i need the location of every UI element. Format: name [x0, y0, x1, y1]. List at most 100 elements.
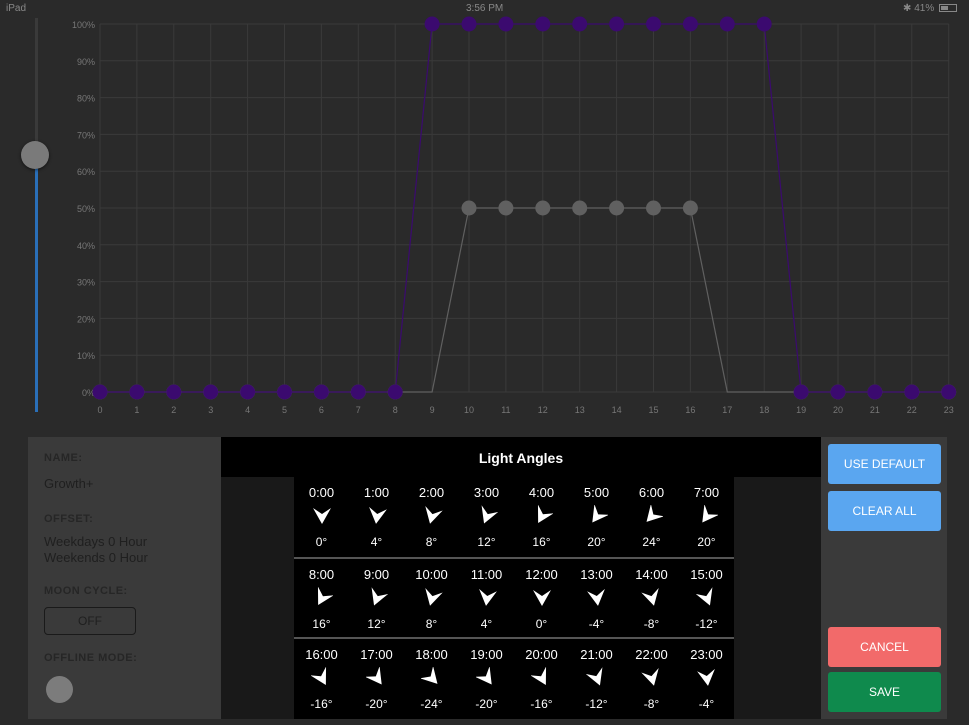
arrow-down-icon [421, 587, 443, 609]
y-tick-label: 20% [77, 314, 95, 324]
data-point [793, 384, 809, 400]
light-angle-cell[interactable]: 9:00 12° [349, 559, 404, 637]
y-tick-label: 60% [77, 167, 95, 177]
arrow-down-icon [311, 505, 333, 527]
arrow-down-icon [476, 587, 498, 609]
light-angle-cell[interactable]: 22:00 -8° [624, 639, 679, 717]
moon-cycle-label: MOON CYCLE: [44, 585, 128, 597]
data-point [461, 200, 477, 216]
light-angle-cell[interactable]: 10:00 8° [404, 559, 459, 637]
arrow-down-icon [365, 666, 388, 689]
arrow-down-icon [641, 667, 663, 689]
light-angle-time: 18:00 [415, 647, 448, 662]
arrow-down-icon [586, 504, 609, 527]
light-angle-cell[interactable]: 5:00 20° [569, 477, 624, 555]
light-angle-cell[interactable]: 15:00 -12° [679, 559, 734, 637]
light-angle-cell[interactable]: 19:00 -20° [459, 639, 514, 717]
light-angle-degree: 0° [535, 617, 548, 631]
data-point [535, 16, 551, 32]
light-angle-degree: 24° [642, 535, 661, 549]
data-point [277, 384, 292, 400]
chart-svg[interactable]: 0%10%20%30%40%50%60%70%80%90%100%0 1 2 3 4 5 6… [0, 0, 969, 430]
data-point [609, 16, 625, 32]
vertical-slider-thumb[interactable] [21, 141, 49, 169]
light-angle-cell[interactable]: 4:00 16° [514, 477, 569, 555]
light-angle-cell[interactable]: 18:00 -24° [404, 639, 459, 717]
light-angle-time: 0:00 [308, 485, 335, 500]
x-tick-label: 19 [796, 405, 806, 415]
use-default-button[interactable]: USE DEFAULT [828, 444, 941, 484]
light-angle-cell[interactable]: 11:00 4° [459, 559, 514, 637]
light-angle-cell[interactable]: 20:00 -16° [514, 639, 569, 717]
data-point [424, 16, 440, 32]
y-tick-label: 10% [77, 351, 95, 361]
offline-mode-label: OFFLINE MODE: [44, 652, 138, 664]
moon-cycle-button[interactable]: OFF [44, 607, 136, 635]
offset-label: OFFSET: [44, 513, 94, 525]
light-angles-grid: 0:00 0° 1:00 4° 2:00 8° 3:00 12° 4:00 16° 5:00 20° 6… [294, 477, 734, 719]
light-angle-time: 20:00 [525, 647, 558, 662]
cancel-button[interactable]: CANCEL [828, 627, 941, 667]
data-point [830, 384, 846, 400]
device-label: iPad [6, 3, 27, 14]
light-angle-degree: -16° [310, 697, 333, 711]
x-tick-label: 16 [685, 405, 695, 415]
arrow-down-icon [475, 666, 498, 689]
x-tick-label: 22 [907, 405, 917, 415]
x-tick-label: 13 [575, 405, 585, 415]
data-point [941, 384, 957, 400]
light-angle-cell[interactable]: 13:00 -4° [569, 559, 624, 637]
vertical-slider-track-upper[interactable] [35, 18, 38, 155]
x-tick-label: 20 [833, 405, 843, 415]
light-angle-time: 2:00 [418, 485, 445, 500]
light-angle-cell[interactable]: 0:00 0° [294, 477, 349, 555]
light-angle-time: 14:00 [635, 567, 668, 582]
arrow-down-icon [310, 666, 333, 689]
light-angle-cell[interactable]: 2:00 8° [404, 477, 459, 555]
battery-percent: 41% [914, 3, 935, 14]
data-point [498, 200, 514, 216]
light-angles-row: 8:00 16° 9:00 12° 10:00 8° 11:00 4° 12:00 0° 13:00… [294, 557, 734, 635]
arrow-down-icon [585, 667, 608, 689]
light-angle-degree: -12° [695, 617, 718, 631]
light-angle-time: 12:00 [525, 567, 558, 582]
light-angle-cell[interactable]: 1:00 4° [349, 477, 404, 555]
light-angle-cell[interactable]: 6:00 24° [624, 477, 679, 555]
arrow-down-icon [530, 666, 553, 689]
light-angle-cell[interactable]: 14:00 -8° [624, 559, 679, 637]
light-angle-cell[interactable]: 7:00 20° [679, 477, 734, 555]
light-angle-time: 3:00 [473, 485, 500, 500]
light-angle-cell[interactable]: 23:00 -4° [679, 639, 734, 717]
light-angle-cell[interactable]: 16:00 -16° [294, 639, 349, 717]
light-angle-time: 5:00 [583, 485, 610, 500]
light-angle-cell[interactable]: 21:00 -12° [569, 639, 624, 717]
vertical-slider-track-filled[interactable] [35, 155, 38, 412]
clear-all-button[interactable]: CLEAR ALL [828, 491, 941, 531]
arrow-down-icon [366, 505, 388, 527]
data-point [498, 16, 514, 32]
light-angle-cell[interactable]: 12:00 0° [514, 559, 569, 637]
light-angle-cell[interactable]: 3:00 12° [459, 477, 514, 555]
offset-weekends: Weekends 0 Hour [44, 550, 148, 565]
light-angle-time: 6:00 [638, 485, 665, 500]
offline-mode-toggle[interactable] [46, 676, 73, 703]
intensity-chart[interactable]: 0% 10% 20% 30% 40% 50% 60% 70% 80% 90% 100% 0 1 2 3 4 5 6… [0, 0, 969, 430]
save-button[interactable]: SAVE [828, 672, 941, 712]
x-tick-label: 4 [245, 405, 250, 415]
x-tick-label: 3 [208, 405, 213, 415]
light-angle-cell[interactable]: 17:00 -20° [349, 639, 404, 717]
light-angle-time: 22:00 [635, 647, 668, 662]
light-angle-degree: -8° [643, 617, 660, 631]
light-angles-panel: Light Angles 0:00 0° 1:00 4° 2:00 8° 3:00 12° 4:… [221, 437, 821, 719]
light-angle-time: 8:00 [308, 567, 335, 582]
x-tick-label: 15 [648, 405, 658, 415]
data-point [904, 384, 920, 400]
light-angle-cell[interactable]: 8:00 16° [294, 559, 349, 637]
x-tick-label: 9 [430, 405, 435, 415]
light-angle-degree: -16° [530, 697, 553, 711]
name-value: Growth+ [44, 476, 94, 491]
light-angle-time: 9:00 [363, 567, 390, 582]
light-angle-degree: 0° [315, 535, 328, 549]
data-point [609, 200, 625, 216]
chart-background [0, 0, 969, 430]
